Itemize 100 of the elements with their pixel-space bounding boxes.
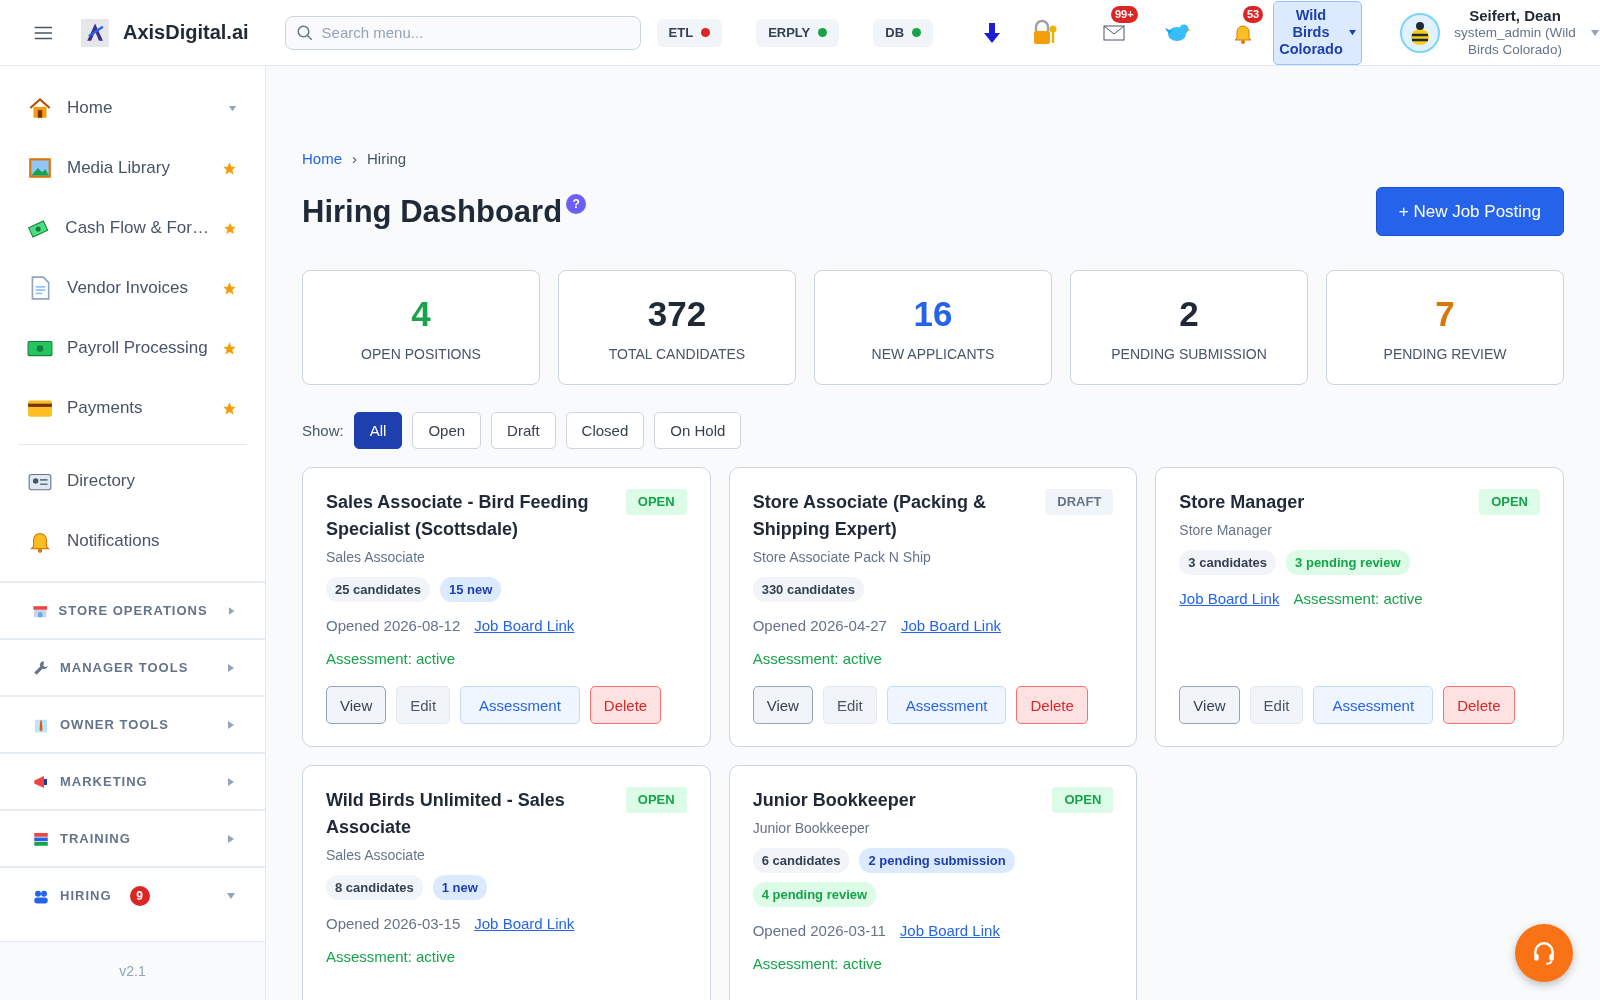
search-field[interactable]: Search menu... <box>284 15 641 50</box>
status-badge: OPEN <box>1052 787 1114 813</box>
help-badge[interactable]: ? <box>566 193 587 214</box>
caret-icon[interactable] <box>227 891 235 900</box>
view-button[interactable]: View <box>752 686 813 724</box>
sidebar-section[interactable]: MARKETING <box>0 752 265 809</box>
count-badge: 25 candidates <box>326 577 430 602</box>
sidebar-item[interactable]: Notifications <box>0 511 265 571</box>
caret-icon <box>1348 29 1357 36</box>
caret-icon[interactable] <box>227 720 235 729</box>
service-status: DB <box>873 18 934 47</box>
new-job-posting-button[interactable]: + New Job Posting <box>1375 187 1564 236</box>
section-label: STORE OPERATIONS <box>58 603 208 618</box>
job-subtitle: Sales Associate <box>326 847 426 863</box>
sidebar-label: Payroll Processing <box>67 338 208 358</box>
notification-badge: 53 <box>1243 5 1264 23</box>
status-badge: DRAFT <box>1045 489 1114 515</box>
count-badge: 6 candidates <box>752 848 850 873</box>
star-icon[interactable] <box>222 340 237 356</box>
caret-icon[interactable] <box>227 834 235 843</box>
picture-icon <box>27 155 53 181</box>
sidebar-item[interactable]: Home <box>0 78 265 138</box>
sidebar-item[interactable]: Payroll Processing <box>0 318 265 378</box>
assessment-status: Assessment: active <box>326 650 457 667</box>
sidebar-label: Home <box>67 98 114 118</box>
sidebar-item[interactable]: Vendor Invoices <box>0 258 265 318</box>
delete-button[interactable]: Delete <box>1016 686 1088 724</box>
count-badge: 2 pending submission <box>859 848 1015 873</box>
job-title: Sales Associate - Bird Feeding Specialist (Scottsdale) <box>326 491 590 541</box>
sidebar-section[interactable]: TRAINING <box>0 809 265 866</box>
filter-button[interactable]: Open <box>412 412 482 449</box>
count-badge: 3 candidates <box>1179 550 1277 575</box>
filter-button[interactable]: On Hold <box>654 412 742 449</box>
job-board-link[interactable]: Job Board Link <box>899 922 1000 939</box>
count-badge: 1 new <box>432 875 487 900</box>
support-button[interactable] <box>1515 924 1573 982</box>
sidebar-item[interactable]: Media Library <box>0 138 265 198</box>
opened-date: Opened 2026-03-11 <box>752 922 886 939</box>
assessment-button[interactable]: Assessment <box>460 686 580 724</box>
filter-button[interactable]: Closed <box>565 412 645 449</box>
view-button[interactable]: View <box>1179 686 1240 724</box>
section-label: MARKETING <box>60 774 148 789</box>
user-name: Seifert, Dean <box>1468 7 1562 24</box>
sidebar-item[interactable]: Directory <box>0 451 265 511</box>
count-badge: 15 new <box>440 577 502 602</box>
assessment-button[interactable]: Assessment <box>886 686 1007 724</box>
service-status: ERPLY <box>756 18 840 47</box>
delete-button[interactable]: Delete <box>589 686 662 724</box>
filter-button[interactable]: All <box>353 412 403 449</box>
caret-icon[interactable] <box>227 777 235 786</box>
search-icon <box>295 23 314 42</box>
sidebar-section[interactable]: MANAGER TOOLS <box>0 638 265 695</box>
caret-icon[interactable] <box>228 104 237 112</box>
edit-button[interactable]: Edit <box>822 686 877 724</box>
opened-date: Opened 2026-08-12 <box>326 617 461 634</box>
stat-label: PENDING SUBMISSION <box>1111 345 1267 362</box>
edit-button[interactable]: Edit <box>1249 686 1304 724</box>
delete-button[interactable]: Delete <box>1443 686 1515 724</box>
edit-button[interactable]: Edit <box>396 686 451 724</box>
organization-dropdown[interactable]: Wild Birds Colorado <box>1273 0 1362 65</box>
breadcrumb-separator: › <box>352 150 357 167</box>
assessment-status: Assessment: active <box>752 650 883 667</box>
job-subtitle: Sales Associate <box>326 549 426 565</box>
sidebar-section[interactable]: HIRING 9 <box>0 866 265 923</box>
mail-icon[interactable] <box>1103 24 1125 41</box>
sidebar-section[interactable]: OWNER TOOLS <box>0 695 265 752</box>
section-label: HIRING <box>60 888 112 903</box>
star-icon[interactable] <box>222 160 237 176</box>
star-icon[interactable] <box>222 400 237 416</box>
count-badge: 4 pending review <box>752 882 877 907</box>
sidebar-item[interactable]: Cash Flow & For… <box>0 198 265 258</box>
status-badge: OPEN <box>625 489 687 515</box>
sidebar-item[interactable]: Payments <box>0 378 265 438</box>
job-board-link[interactable]: Job Board Link <box>474 915 575 932</box>
job-title: Store Manager <box>1179 491 1305 514</box>
breadcrumb-link[interactable]: Home <box>302 150 342 167</box>
section-label: OWNER TOOLS <box>60 717 169 732</box>
job-board-link[interactable]: Job Board Link <box>1179 590 1280 607</box>
view-button[interactable]: View <box>326 686 387 724</box>
job-subtitle: Store Manager <box>1179 522 1273 538</box>
caret-icon[interactable] <box>227 663 235 672</box>
caret-icon[interactable] <box>1590 28 1600 37</box>
star-icon[interactable] <box>222 280 237 296</box>
sidebar-section[interactable]: STORE OPERATIONS <box>0 581 265 638</box>
job-board-link[interactable]: Job Board Link <box>474 617 575 634</box>
filter-button[interactable]: Draft <box>491 412 556 449</box>
house-icon <box>27 95 53 121</box>
assessment-button[interactable]: Assessment <box>1313 686 1434 724</box>
notification-badge: 99+ <box>1111 5 1138 23</box>
status-badge: OPEN <box>1479 489 1540 515</box>
stat-value: 2 <box>1179 293 1199 334</box>
brand-name: AxisDigital.ai <box>122 21 249 44</box>
job-board-link[interactable]: Job Board Link <box>900 617 1001 634</box>
avatar-icon[interactable] <box>1400 12 1440 53</box>
filter-label: Show: <box>302 422 344 439</box>
caret-icon[interactable] <box>227 606 235 615</box>
job-title: Wild Birds Unlimited - Sales Associate <box>326 789 566 839</box>
stat-label: PENDING REVIEW <box>1383 345 1507 362</box>
lock-key-icon[interactable] <box>1031 18 1059 47</box>
count-badge: 9 <box>129 885 150 906</box>
